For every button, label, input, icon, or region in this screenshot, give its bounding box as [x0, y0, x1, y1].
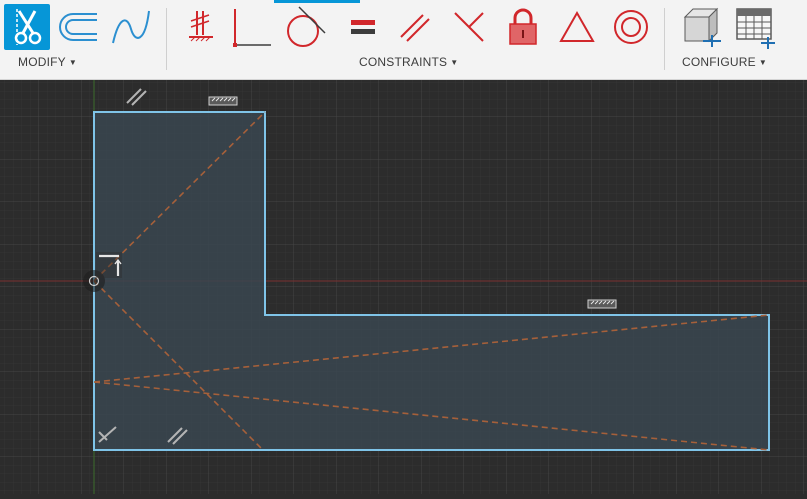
- chevron-down-icon: ▼: [450, 58, 459, 67]
- chevron-down-icon: ▼: [68, 58, 77, 67]
- configure-menu[interactable]: CONFIGURE ▼: [682, 55, 767, 69]
- parameters-cube-icon: [679, 5, 723, 49]
- configuration-table-button[interactable]: [732, 4, 778, 50]
- configure-label: CONFIGURE: [682, 55, 756, 69]
- constraints-label: CONSTRAINTS: [359, 55, 448, 69]
- equal-icon: [348, 12, 378, 42]
- chevron-down-icon: ▼: [758, 58, 767, 67]
- offset-tool-button[interactable]: [54, 4, 100, 50]
- tangent-icon: [283, 5, 327, 49]
- modify-menu[interactable]: MODIFY ▼: [18, 55, 77, 69]
- triangle-icon: [557, 7, 597, 47]
- offset-icon: [55, 10, 99, 44]
- horizontal-vertical-constraint-glyph[interactable]: [96, 252, 122, 278]
- perpendicular-tool-button[interactable]: [446, 4, 492, 50]
- group-separator: [664, 8, 665, 70]
- parallel-tool-button[interactable]: [392, 4, 438, 50]
- concentric-tool-button[interactable]: [608, 4, 654, 50]
- modify-label: MODIFY: [18, 55, 66, 69]
- coincident-icon: [181, 7, 221, 47]
- constraints-menu[interactable]: CONSTRAINTS ▼: [359, 55, 458, 69]
- concentric-icon: [611, 7, 651, 47]
- change-parameters-button[interactable]: [678, 4, 724, 50]
- parallel-icon: [395, 7, 435, 47]
- trim-tool-button[interactable]: [4, 4, 50, 50]
- collinear-tool-button[interactable]: [228, 4, 274, 50]
- coincident-tool-button[interactable]: [178, 4, 224, 50]
- table-icon: [733, 5, 777, 49]
- group-separator: [166, 8, 167, 70]
- horizontal-constraint-glyph[interactable]: [208, 96, 238, 106]
- collinear-icon: [229, 5, 273, 49]
- symmetry-tool-button[interactable]: [554, 4, 600, 50]
- perpendicular-icon: [449, 7, 489, 47]
- tangent-tool-button[interactable]: [282, 4, 328, 50]
- fix-unfix-tool-button[interactable]: [500, 4, 546, 50]
- toolbar: MODIFY ▼ CONSTRAINTS ▼ CONFIGURE ▼: [0, 0, 807, 80]
- spline-icon: [109, 7, 153, 47]
- sketch-viewport[interactable]: [0, 80, 807, 494]
- spline-tool-button[interactable]: [108, 4, 154, 50]
- lock-icon: [505, 6, 541, 48]
- horizontal-constraint-glyph[interactable]: [587, 299, 617, 309]
- trim-icon: [9, 7, 45, 47]
- sketch-canvas[interactable]: [0, 80, 807, 494]
- equal-tool-button[interactable]: [340, 4, 386, 50]
- active-tab-indicator: [274, 0, 360, 3]
